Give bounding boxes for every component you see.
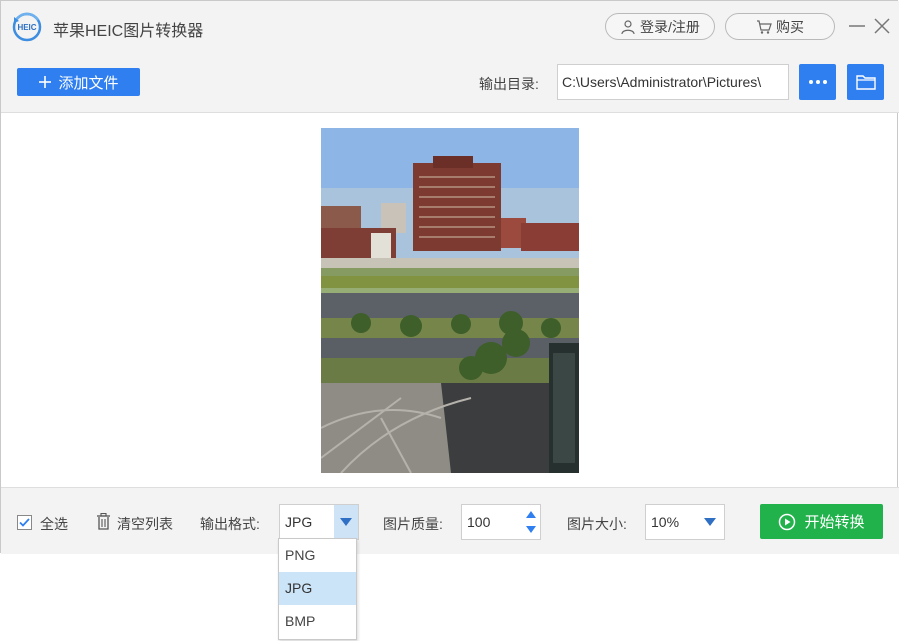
add-file-label: 添加文件: [58, 74, 119, 92]
quality-label: 图片质量:: [383, 516, 443, 532]
image-preview: [321, 128, 579, 473]
select-all-label[interactable]: 全选: [40, 514, 68, 534]
folder-icon: [855, 75, 876, 90]
clear-list-button[interactable]: 清空列表: [117, 514, 173, 534]
toolbar: 添加文件 输出目录: C:\Users\Administrator\Pictur…: [1, 53, 899, 113]
format-option-jpg[interactable]: JPG: [279, 572, 356, 605]
chevron-down-icon[interactable]: [704, 518, 716, 526]
format-option-bmp[interactable]: BMP: [279, 605, 356, 638]
select-all-checkbox[interactable]: [17, 515, 32, 530]
size-value: 10%: [651, 514, 680, 530]
open-folder-button[interactable]: [847, 64, 884, 100]
decrement-icon[interactable]: [526, 526, 536, 533]
increment-icon[interactable]: [526, 511, 536, 518]
plus-icon: [39, 76, 52, 88]
app-title: 苹果HEIC图片转换器: [53, 23, 204, 40]
output-dir-label: 输出目录:: [479, 76, 539, 92]
minimize-icon[interactable]: [846, 15, 868, 37]
buy-label: 购买: [776, 18, 804, 35]
start-convert-button[interactable]: 开始转换: [760, 504, 883, 539]
format-dropdown-list: PNG JPG BMP: [278, 538, 357, 640]
size-label: 图片大小:: [567, 516, 627, 532]
chevron-down-icon: [340, 518, 352, 526]
output-dir-field[interactable]: C:\Users\Administrator\Pictures\: [557, 64, 789, 100]
format-option-png[interactable]: PNG: [279, 539, 356, 572]
start-convert-label: 开始转换: [804, 514, 865, 531]
quality-value: 100: [467, 514, 491, 530]
trash-icon[interactable]: [96, 513, 111, 530]
more-icon: [808, 80, 827, 84]
close-icon[interactable]: [871, 15, 893, 37]
size-select[interactable]: 10%: [645, 504, 725, 540]
format-value: JPG: [285, 514, 313, 530]
cart-icon: [757, 19, 772, 34]
logo-text: HEIC: [17, 23, 36, 32]
buy-button[interactable]: 购买: [725, 13, 835, 40]
login-label: 登录/注册: [640, 18, 700, 35]
bottom-bar: 全选 清空列表 输出格式: JPG 图片质量: 100 图片大小: 10% 开始…: [1, 487, 899, 554]
add-file-button[interactable]: 添加文件: [17, 68, 140, 96]
login-button[interactable]: 登录/注册: [605, 13, 715, 40]
format-select[interactable]: JPG: [279, 504, 359, 540]
title-bar: HEIC 苹果HEIC图片转换器 登录/注册 购买: [1, 1, 899, 53]
format-label: 输出格式:: [200, 516, 260, 532]
user-icon: [621, 19, 635, 34]
format-dropdown-toggle[interactable]: [334, 505, 358, 539]
heic-logo-icon: HEIC: [12, 12, 42, 42]
app-window: HEIC 苹果HEIC图片转换器 登录/注册 购买 添加文件 输出目录: C:\…: [0, 0, 899, 554]
browse-more-button[interactable]: [799, 64, 836, 100]
play-icon: [779, 513, 796, 530]
quality-stepper[interactable]: 100: [461, 504, 541, 540]
